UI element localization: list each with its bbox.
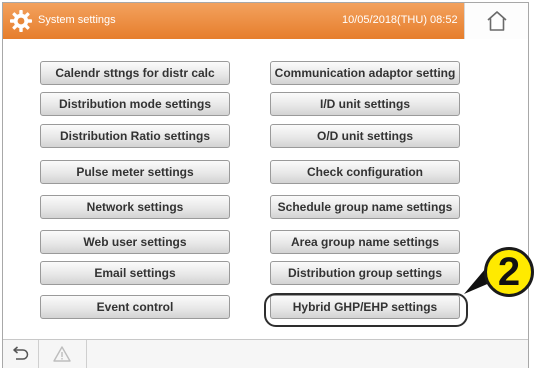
network-settings-button[interactable]: Network settings bbox=[40, 195, 230, 219]
event-control-button[interactable]: Event control bbox=[40, 295, 230, 319]
step-number-callout: 2 bbox=[484, 247, 534, 297]
web-user-button[interactable]: Web user settings bbox=[40, 230, 230, 254]
settings-window: System settings 10/05/2018(THU) 08:52 Ca… bbox=[2, 2, 529, 368]
back-icon bbox=[13, 346, 29, 360]
communication-adaptor-button[interactable]: Communication adaptor setting bbox=[270, 61, 460, 85]
gear-icon bbox=[10, 10, 32, 32]
page-title: System settings bbox=[38, 14, 116, 26]
pulse-meter-button[interactable]: Pulse meter settings bbox=[40, 160, 230, 184]
distribution-group-button[interactable]: Distribution group settings bbox=[270, 261, 460, 285]
home-button[interactable] bbox=[464, 3, 528, 39]
bottom-toolbar bbox=[3, 339, 528, 368]
home-icon bbox=[487, 11, 507, 31]
calendar-settings-button[interactable]: Calendr sttngs for distr calc bbox=[40, 61, 230, 85]
schedule-group-button[interactable]: Schedule group name settings bbox=[270, 195, 460, 219]
area-group-button[interactable]: Area group name settings bbox=[270, 230, 460, 254]
warning-button[interactable] bbox=[39, 340, 87, 368]
id-unit-button[interactable]: I/D unit settings bbox=[270, 92, 460, 116]
highlight-ring bbox=[264, 293, 468, 327]
od-unit-button[interactable]: O/D unit settings bbox=[270, 124, 460, 148]
warning-icon bbox=[53, 346, 71, 362]
title-bar: System settings 10/05/2018(THU) 08:52 bbox=[3, 3, 528, 39]
check-configuration-button[interactable]: Check configuration bbox=[270, 160, 460, 184]
date-time: 10/05/2018(THU) 08:52 bbox=[342, 14, 458, 26]
back-button[interactable] bbox=[3, 340, 39, 368]
distribution-mode-button[interactable]: Distribution mode settings bbox=[40, 92, 230, 116]
distribution-ratio-button[interactable]: Distribution Ratio settings bbox=[40, 124, 230, 148]
email-settings-button[interactable]: Email settings bbox=[40, 261, 230, 285]
